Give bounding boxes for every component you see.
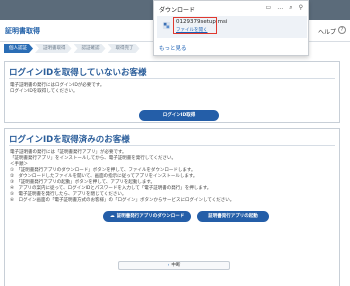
button-label: ログインID取得 — [162, 113, 196, 118]
no-login-id-section: ログインIDを取得していないお客様 電子証明書の発行にはログインIDが必要です。… — [4, 61, 340, 123]
search-icon[interactable]: ⌕ — [289, 4, 292, 12]
download-panel: ダウンロード ▭ … ⌕ ⚲ 0129379setup.msi ファイルを開く … — [153, 0, 309, 56]
folder-icon[interactable]: ▭ — [266, 4, 272, 12]
help-icon[interactable]: ? — [338, 26, 346, 34]
see-more-link[interactable]: もっと見る — [159, 44, 187, 52]
button-label: 証明書発行アプリの起動 — [208, 214, 258, 219]
button-label: 中断 — [171, 263, 181, 268]
pin-icon[interactable]: ⚲ — [299, 4, 303, 12]
help-link[interactable]: ヘルプ — [318, 27, 336, 36]
more-options-icon[interactable]: … — [277, 4, 283, 12]
download-panel-actions: ▭ … ⌕ ⚲ — [266, 4, 303, 12]
section-heading: ログインIDを取得していないお客様 — [9, 68, 147, 78]
highlight-box — [173, 17, 217, 34]
interrupt-button[interactable]: ‹ 中断 — [118, 261, 230, 270]
login-id-button[interactable]: ログインID取得 — [139, 110, 219, 121]
divider — [9, 78, 335, 79]
step-personal-auth: 個人認証 — [4, 44, 33, 53]
step-certificate: 証明書取得 — [35, 44, 72, 53]
section-text: 「証明書発行アプリ」をインストールしてから、電子証明書を発行してください。 — [10, 156, 177, 161]
cloud-download-icon: ☁ — [109, 213, 115, 219]
page-title: 証明書取得 — [5, 27, 40, 35]
main-content: ログインIDを取得していないお客様 電子証明書の発行にはログインIDが必要です。… — [4, 58, 346, 286]
step-text: ⑥ ログイン画面の「電子証明書方式のお客様」の「ログイン」ボタンからサービスにロ… — [10, 198, 235, 203]
section-heading: ログインIDを取得済みのお客様 — [9, 135, 130, 145]
installer-file-icon — [162, 21, 171, 30]
launch-app-button[interactable]: 証明書発行アプリの起動 — [197, 211, 269, 222]
section-text: ログインIDを取得してください。 — [10, 89, 78, 94]
button-label: 証明書発行アプリのダウンロード — [116, 214, 185, 219]
divider — [9, 145, 335, 146]
download-item[interactable]: 0129379setup.msi ファイルを開く — [157, 16, 307, 38]
step-complete: 取得完了 — [108, 44, 140, 53]
step-auth-confirm: 認証確認 — [74, 44, 106, 53]
download-app-button[interactable]: ☁ 証明書発行アプリのダウンロード — [103, 211, 191, 222]
chevron-left-icon: ‹ — [167, 263, 170, 268]
download-panel-title: ダウンロード — [159, 7, 196, 14]
step-indicator: 個人認証 証明書取得 認証確認 取得完了 — [4, 44, 142, 53]
